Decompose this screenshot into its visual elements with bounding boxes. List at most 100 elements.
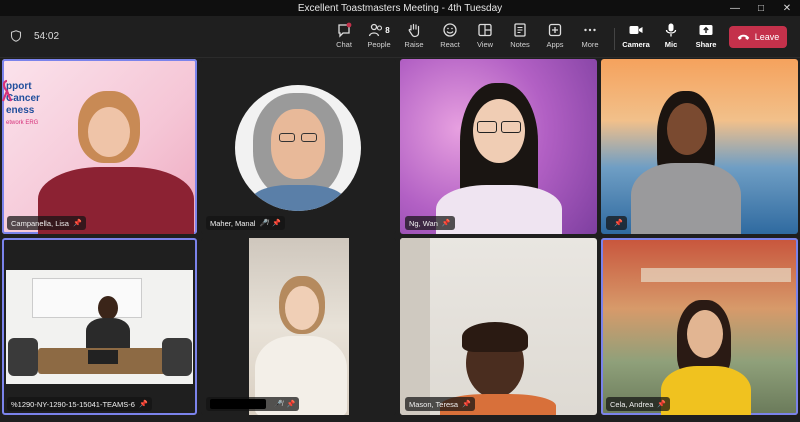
react-button[interactable]: React bbox=[431, 22, 469, 54]
notes-label: Notes bbox=[510, 40, 530, 49]
pin-icon: 📌 bbox=[614, 220, 623, 227]
share-label: Share bbox=[695, 40, 717, 49]
chair bbox=[8, 338, 38, 376]
participant-body bbox=[661, 366, 751, 415]
pin-icon: 📌 bbox=[272, 220, 281, 227]
notes-button[interactable]: Notes bbox=[501, 22, 539, 54]
video-tile[interactable]: Ng, Wan 📌 bbox=[400, 59, 597, 234]
participant-hair bbox=[462, 322, 528, 352]
avatar-body bbox=[251, 185, 345, 211]
hand-icon bbox=[408, 23, 420, 38]
participant-name-tag: Campanella, Lisa 📌 bbox=[7, 216, 86, 230]
pin-icon: 📌 bbox=[441, 220, 451, 227]
pergola bbox=[641, 268, 791, 282]
chat-label: Chat bbox=[336, 40, 352, 49]
notes-icon bbox=[514, 23, 526, 37]
close-window-button[interactable]: ✕ bbox=[774, 0, 800, 16]
meeting-toolbar: 54:02 Chat 8 People Raise React View Not… bbox=[0, 16, 800, 58]
leave-label: Leave bbox=[754, 32, 780, 42]
laptop bbox=[88, 350, 118, 364]
video-tile[interactable]: 🎤̸ 📌 bbox=[201, 238, 396, 415]
people-button[interactable]: 8 People bbox=[360, 22, 398, 54]
camera-icon bbox=[629, 26, 643, 34]
participant-name-tag: Maher, Manal 🎤̸ 📌 bbox=[206, 216, 285, 230]
plus-box-icon bbox=[548, 23, 562, 37]
pin-icon: 📌 bbox=[462, 401, 471, 408]
ellipsis-icon bbox=[584, 28, 596, 32]
video-tile[interactable]: Maher, Manal 🎤̸ 📌 bbox=[201, 59, 396, 234]
participant-face bbox=[667, 103, 707, 155]
more-label: More bbox=[581, 40, 599, 49]
mic-label: Mic bbox=[664, 40, 678, 49]
participant-name: Mason, Teresa bbox=[409, 399, 459, 409]
door-frame bbox=[400, 238, 430, 415]
chat-icon bbox=[338, 22, 352, 38]
glasses-icon bbox=[501, 121, 521, 133]
glasses-icon bbox=[279, 133, 295, 142]
leave-button[interactable]: Leave bbox=[729, 26, 787, 48]
redacted-name bbox=[210, 399, 266, 409]
participant-name-tag: Ng, Wan 📌 bbox=[405, 216, 455, 230]
participant-name: Maher, Manal bbox=[210, 218, 256, 228]
apps-button[interactable]: Apps bbox=[536, 22, 574, 54]
avatar-face bbox=[271, 109, 325, 179]
participant-name-tag: %1290-NY-1290-15-15041-TEAMS-6 📌 bbox=[7, 397, 152, 411]
avatar bbox=[235, 85, 361, 211]
chat-button[interactable]: Chat bbox=[325, 22, 363, 54]
participant-face bbox=[285, 286, 319, 330]
participant-body bbox=[436, 185, 562, 234]
more-button[interactable]: More bbox=[571, 22, 609, 54]
participant-name: Campanella, Lisa bbox=[11, 218, 69, 228]
participant-name: Cela, Andrea bbox=[610, 399, 654, 409]
microphone-icon bbox=[665, 23, 677, 37]
camera-label: Camera bbox=[622, 40, 650, 49]
video-tile[interactable]: Mason, Teresa 📌 bbox=[400, 238, 597, 415]
video-tile[interactable]: pport Cancer eness etwork ERG Campanella… bbox=[2, 59, 197, 234]
ribbon-icon bbox=[2, 79, 12, 102]
chair bbox=[162, 338, 192, 376]
toolbar-divider bbox=[614, 28, 615, 50]
video-tile[interactable]: %1290-NY-1290-15-15041-TEAMS-6 📌 bbox=[2, 238, 197, 415]
maximize-button[interactable]: □ bbox=[748, 0, 774, 16]
participant-name-tag: 📌 bbox=[606, 216, 627, 230]
view-icon bbox=[478, 23, 492, 37]
video-tile[interactable]: 📌 bbox=[601, 59, 798, 234]
pin-icon: 📌 bbox=[657, 401, 667, 408]
participant-face bbox=[88, 107, 130, 157]
banner-line: etwork ERG bbox=[6, 120, 39, 126]
video-tile[interactable]: Cela, Andrea 📌 bbox=[601, 238, 798, 415]
shield-icon bbox=[10, 30, 22, 42]
whiteboard bbox=[32, 278, 142, 318]
share-button[interactable]: Share bbox=[687, 22, 725, 54]
share-screen-icon bbox=[699, 25, 713, 35]
phone-hangup-icon bbox=[737, 34, 749, 40]
title-bar: Excellent Toastmasters Meeting - 4th Tue… bbox=[0, 0, 800, 16]
mic-muted-icon: 🎤̸ bbox=[274, 401, 283, 408]
glasses-icon bbox=[477, 121, 497, 133]
meeting-timer: 54:02 bbox=[10, 30, 59, 42]
pin-icon: 📌 bbox=[286, 401, 296, 408]
people-count: 8 bbox=[385, 25, 390, 35]
apps-label: Apps bbox=[546, 40, 564, 49]
participant-name: %1290-NY-1290-15-15041-TEAMS-6 bbox=[11, 399, 135, 409]
minimize-button[interactable]: — bbox=[722, 0, 748, 16]
people-label: People bbox=[367, 40, 391, 49]
participant-name-tag: Cela, Andrea 📌 bbox=[606, 397, 671, 411]
pin-icon: 📌 bbox=[138, 401, 148, 408]
participant-name: Ng, Wan bbox=[409, 218, 438, 228]
glasses-icon bbox=[301, 133, 317, 142]
view-button[interactable]: View bbox=[466, 22, 504, 54]
participant-face bbox=[687, 310, 723, 358]
participant-body bbox=[86, 318, 130, 350]
view-label: View bbox=[476, 40, 494, 49]
mic-muted-icon: 🎤̸ bbox=[259, 220, 269, 227]
pin-icon: 📌 bbox=[72, 220, 82, 227]
banner-line: eness bbox=[6, 105, 35, 116]
camera-button[interactable]: Camera bbox=[617, 22, 655, 54]
window-title: Excellent Toastmasters Meeting - 4th Tue… bbox=[297, 2, 503, 14]
mic-button[interactable]: Mic bbox=[652, 22, 690, 54]
participant-body bbox=[631, 163, 741, 234]
timer-text: 54:02 bbox=[34, 30, 60, 42]
raise-hand-button[interactable]: Raise bbox=[395, 22, 433, 54]
participant-name-tag: 🎤̸ 📌 bbox=[206, 397, 300, 411]
